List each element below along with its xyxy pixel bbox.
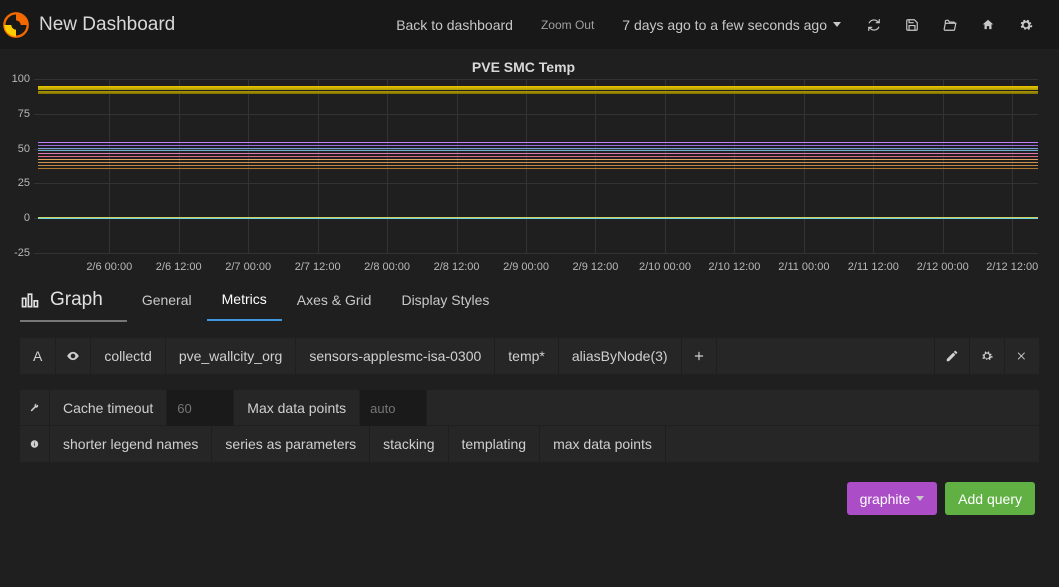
y-tick-label: 100	[6, 73, 30, 85]
wrench-icon[interactable]	[20, 390, 50, 425]
x-tick-label: 2/7 12:00	[295, 261, 341, 273]
tip-link[interactable]: stacking	[370, 426, 448, 462]
gear-icon[interactable]	[970, 338, 1005, 374]
chevron-down-icon	[833, 22, 841, 27]
chevron-down-icon	[916, 496, 924, 501]
tip-link[interactable]: shorter legend names	[50, 426, 212, 462]
zoom-out-link[interactable]: Zoom Out	[527, 18, 608, 32]
y-tick-label: -25	[6, 247, 30, 259]
footer: graphite Add query	[0, 462, 1059, 515]
max-datapoints-input[interactable]	[360, 390, 426, 426]
query-segment[interactable]: sensors-applesmc-isa-0300	[296, 338, 495, 374]
time-range-text: 7 days ago to a few seconds ago	[622, 17, 827, 33]
query-segment[interactable]: aliasByNode(3)	[559, 338, 682, 374]
x-tick-label: 2/12 12:00	[986, 261, 1038, 273]
query-options: Cache timeout Max data points shorter le…	[20, 390, 1039, 462]
add-segment-icon[interactable]	[682, 338, 717, 374]
back-to-dashboard-link[interactable]: Back to dashboard	[382, 17, 527, 33]
grafana-logo-icon[interactable]	[2, 11, 30, 39]
x-tick-label: 2/11 12:00	[848, 261, 899, 273]
x-tick-label: 2/11 00:00	[778, 261, 829, 273]
x-tick-label: 2/9 00:00	[503, 261, 549, 273]
tip-link[interactable]: templating	[449, 426, 541, 462]
panel-type-label: Graph	[50, 289, 103, 311]
tip-link[interactable]: series as parameters	[212, 426, 370, 462]
x-tick-label: 2/7 00:00	[225, 261, 271, 273]
y-tick-label: 25	[6, 177, 30, 189]
gear-icon[interactable]	[1007, 0, 1045, 49]
query-segment[interactable]: pve_wallcity_org	[166, 338, 297, 374]
folder-icon[interactable]	[931, 0, 969, 49]
chart-area[interactable]: -2502550751002/6 00:002/6 12:002/7 00:00…	[34, 79, 1047, 273]
query-letter[interactable]: A	[20, 338, 56, 374]
cache-timeout-input[interactable]	[167, 390, 233, 426]
edit-icon[interactable]	[935, 338, 970, 374]
datasource-label: graphite	[860, 491, 911, 507]
add-query-button[interactable]: Add query	[945, 482, 1035, 515]
save-icon[interactable]	[893, 0, 931, 49]
tip-link[interactable]: max data points	[540, 426, 666, 462]
chart-title: PVE SMC Temp	[0, 55, 1047, 75]
tab-display-styles[interactable]: Display Styles	[386, 292, 504, 320]
home-icon[interactable]	[969, 0, 1007, 49]
datasource-button[interactable]: graphite	[847, 482, 938, 515]
x-tick-label: 2/8 00:00	[364, 261, 410, 273]
query-segment[interactable]: temp*	[495, 338, 559, 374]
refresh-icon[interactable]	[855, 0, 893, 49]
cache-timeout-label: Cache timeout	[50, 390, 167, 425]
dashboard-title[interactable]: New Dashboard	[39, 14, 175, 36]
x-tick-label: 2/10 12:00	[708, 261, 760, 273]
tab-metrics[interactable]: Metrics	[207, 291, 282, 321]
max-datapoints-label: Max data points	[234, 390, 360, 425]
y-tick-label: 0	[6, 212, 30, 224]
x-tick-label: 2/10 00:00	[639, 261, 691, 273]
navbar: New Dashboard Back to dashboard Zoom Out…	[0, 0, 1059, 49]
editor-tabs: Graph GeneralMetricsAxes & GridDisplay S…	[10, 275, 1049, 322]
x-tick-label: 2/6 12:00	[156, 261, 202, 273]
x-tick-label: 2/8 12:00	[434, 261, 480, 273]
tab-axes-grid[interactable]: Axes & Grid	[282, 292, 387, 320]
x-tick-label: 2/12 00:00	[917, 261, 969, 273]
query-row: A collectdpve_wallcity_orgsensors-apples…	[20, 338, 1039, 374]
query-segment[interactable]: collectd	[91, 338, 165, 374]
y-tick-label: 75	[6, 108, 30, 120]
remove-icon[interactable]	[1005, 338, 1039, 374]
info-icon[interactable]	[20, 426, 50, 462]
x-tick-label: 2/6 00:00	[86, 261, 132, 273]
eye-icon[interactable]	[56, 338, 91, 374]
time-range-picker[interactable]: 7 days ago to a few seconds ago	[608, 17, 855, 33]
panel-type[interactable]: Graph	[20, 289, 127, 322]
tab-general[interactable]: General	[127, 292, 207, 320]
x-tick-label: 2/9 12:00	[573, 261, 619, 273]
y-tick-label: 50	[6, 143, 30, 155]
